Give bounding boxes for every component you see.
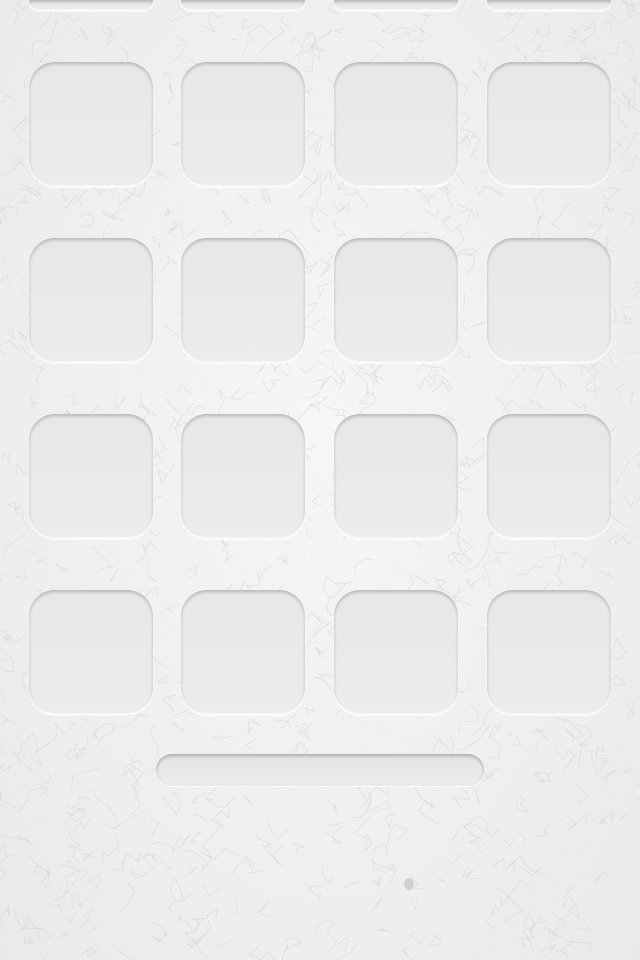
- icon-slot-partial: [334, 0, 458, 10]
- icon-slot: [29, 238, 153, 362]
- icon-slot: [181, 414, 305, 538]
- icon-slot: [29, 590, 153, 714]
- icon-slot-partial: [487, 0, 611, 10]
- icon-slot: [334, 62, 458, 186]
- icon-slot: [487, 238, 611, 362]
- icon-slot: [487, 62, 611, 186]
- icon-slot-partial: [29, 0, 153, 10]
- icon-slot: [487, 590, 611, 714]
- icon-slot: [334, 414, 458, 538]
- icon-slot-partial: [181, 0, 305, 10]
- texture-blemish: [404, 878, 414, 890]
- icon-slot: [29, 62, 153, 186]
- icon-slot: [334, 238, 458, 362]
- icon-slot: [487, 414, 611, 538]
- icon-slot: [334, 590, 458, 714]
- icon-slot: [29, 414, 153, 538]
- icon-slot: [181, 590, 305, 714]
- dock-page-bar: [156, 754, 484, 786]
- icon-slot: [181, 238, 305, 362]
- icon-slot: [181, 62, 305, 186]
